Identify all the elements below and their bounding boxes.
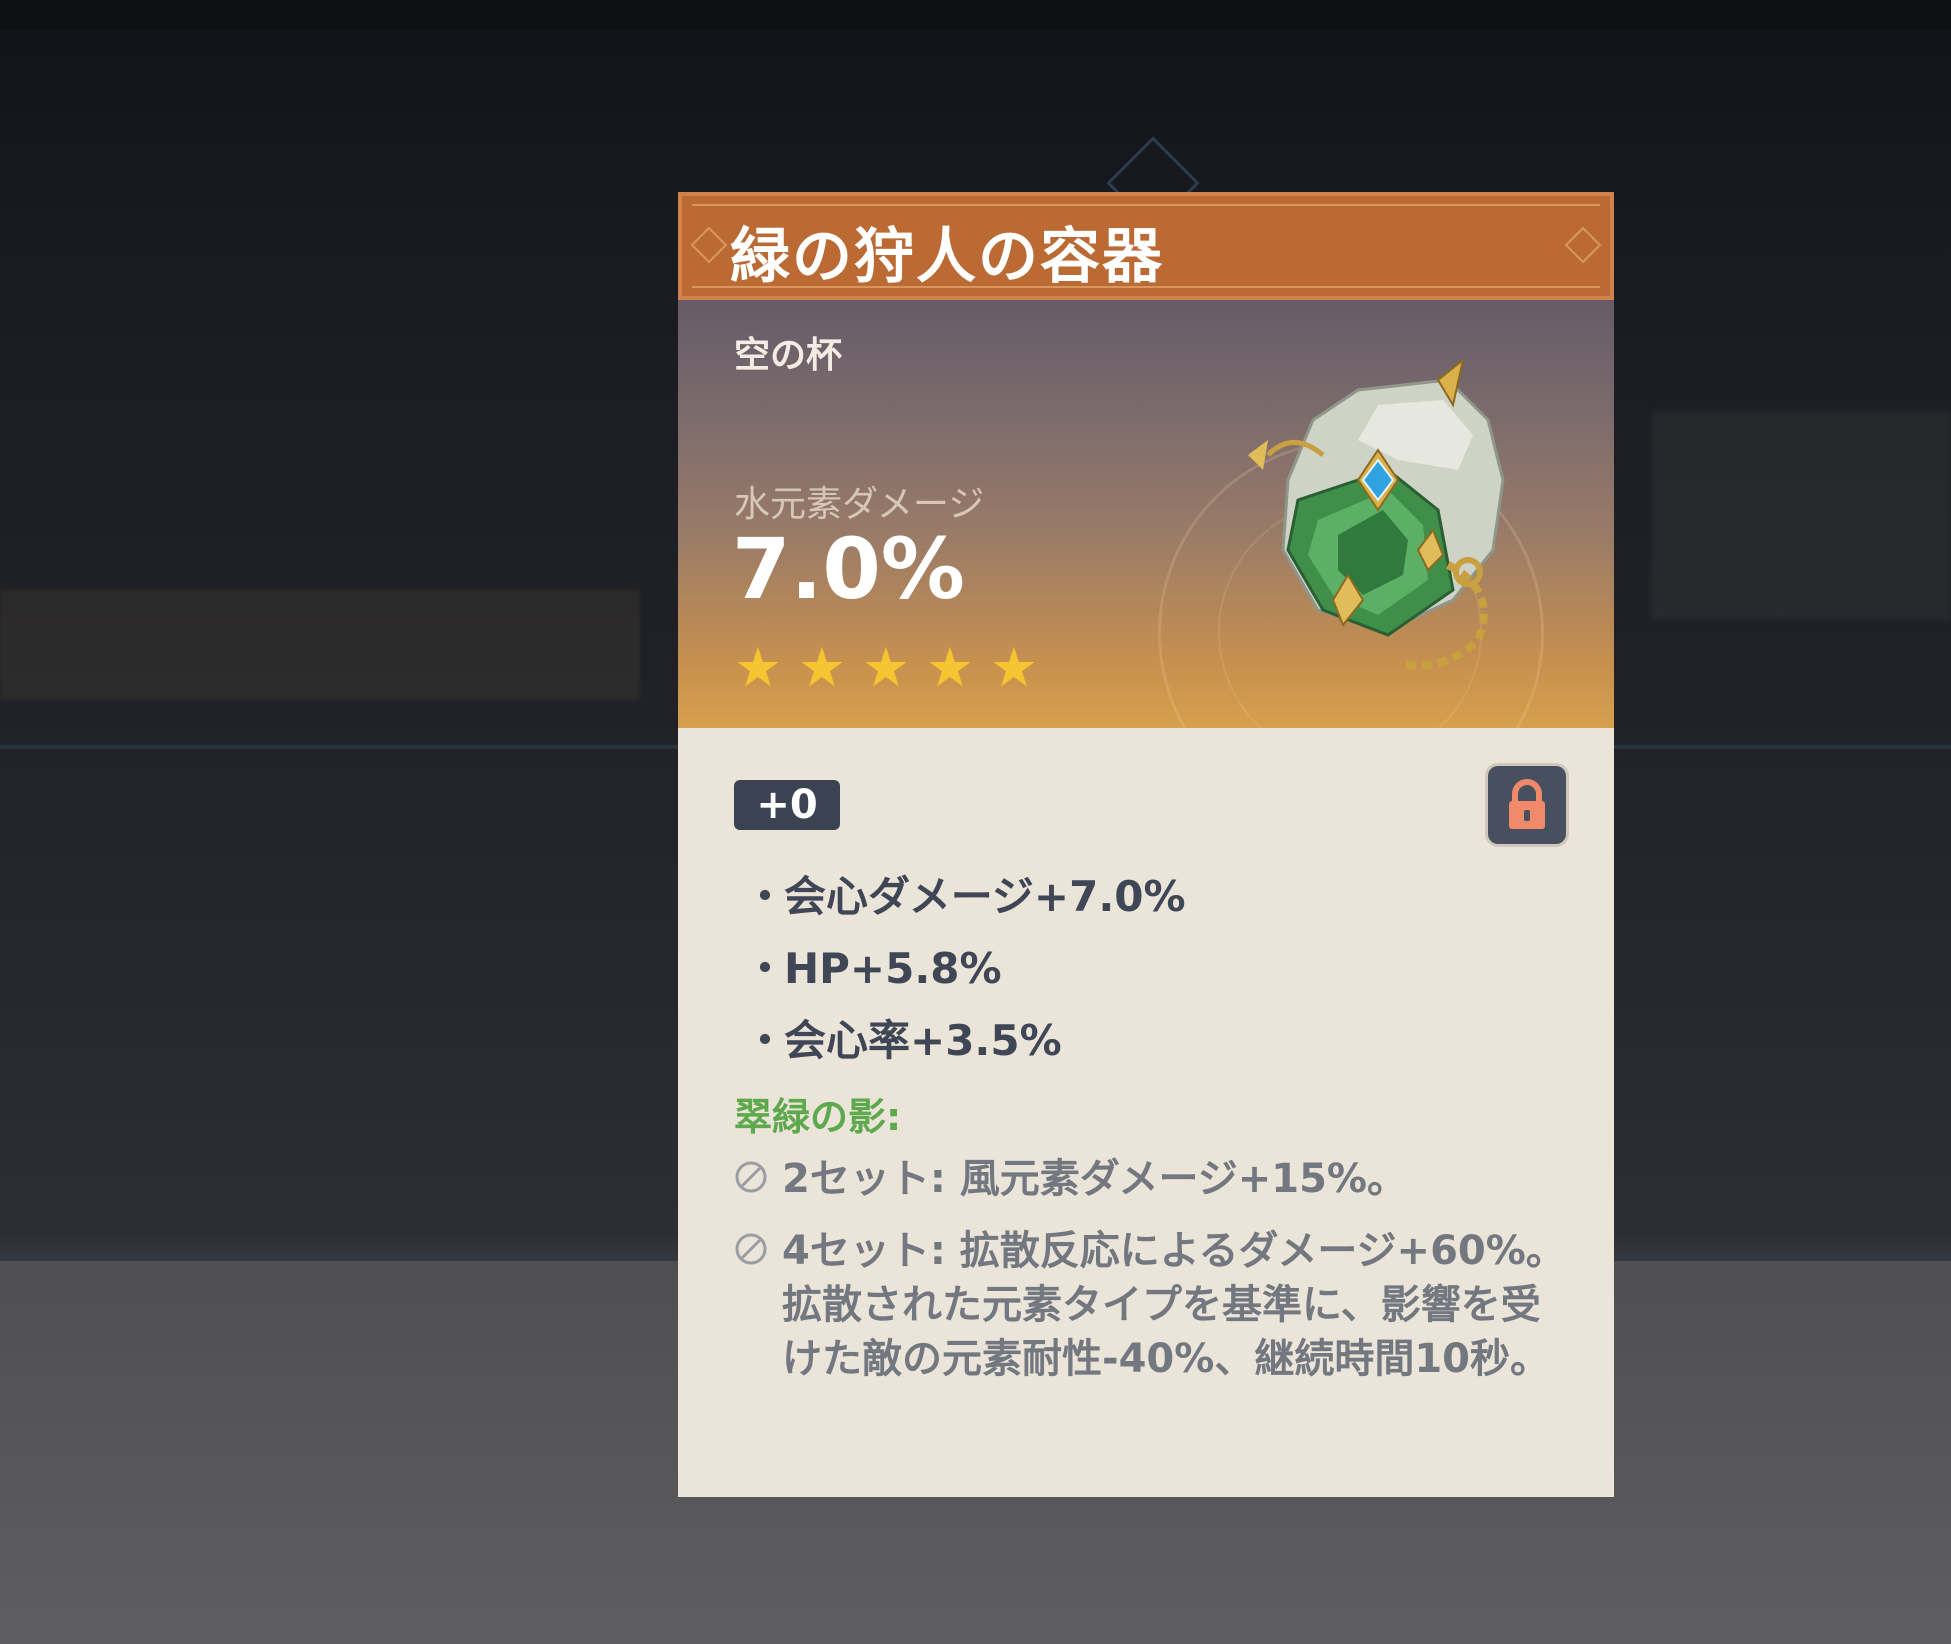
title-ornament-left <box>690 226 728 264</box>
artifact-hero-panel: 空の杯 水元素ダメージ 7.0% ★ ★ ★ ★ ★ <box>678 300 1614 728</box>
star-icon: ★ <box>989 636 1039 699</box>
rarity-stars: ★ ★ ★ ★ ★ <box>732 636 1040 699</box>
substat-row: ・HP+5.8% <box>744 944 1002 993</box>
substat-row: ・会心ダメージ+7.0% <box>744 872 1186 921</box>
star-icon: ★ <box>925 636 975 699</box>
set-effect-inactive-icon <box>735 1161 767 1193</box>
set-effect-text: 2セット: 風元素ダメージ+15%。 <box>782 1156 1408 1202</box>
star-icon: ★ <box>797 636 847 699</box>
artifact-slot: 空の杯 <box>734 335 843 376</box>
substat-row: ・会心率+3.5% <box>744 1016 1062 1065</box>
substat-text: 会心ダメージ+7.0% <box>784 872 1186 921</box>
artifact-detail-card: 緑の狩人の容器 空の杯 水元素ダメージ 7.0% ★ ★ ★ ★ ★ +0 ・会… <box>678 192 1614 1497</box>
background-list-row <box>0 590 640 700</box>
background-panel <box>1651 410 1951 620</box>
star-icon: ★ <box>733 636 783 699</box>
title-ornament-right <box>1564 226 1602 264</box>
star-icon: ★ <box>861 636 911 699</box>
artifact-name: 緑の狩人の容器 <box>730 222 1164 292</box>
artifact-details-panel: +0 ・会心ダメージ+7.0% ・HP+5.8% ・会心率+3.5% 翠緑の影:… <box>678 728 1614 1497</box>
set-effect-4pc: 4セット: 拡散反応によるダメージ+60%。拡散された元素タイプを基準に、影響を… <box>734 1224 1574 1386</box>
artifact-goblet-image <box>1248 360 1505 670</box>
set-effect-text: 4セット: 拡散反応によるダメージ+60%。拡散された元素タイプを基準に、影響を… <box>782 1228 1566 1382</box>
set-effect-2pc: 2セット: 風元素ダメージ+15%。 <box>734 1152 1574 1206</box>
substat-text: 会心率+3.5% <box>784 1016 1062 1065</box>
artifact-level-badge: +0 <box>734 780 840 830</box>
set-effect-inactive-icon <box>735 1233 767 1265</box>
lock-button[interactable] <box>1488 766 1566 844</box>
artifact-title-bar: 緑の狩人の容器 <box>678 192 1614 300</box>
set-name: 翠緑の影: <box>734 1095 902 1139</box>
substat-text: HP+5.8% <box>784 944 1002 993</box>
main-stat-value: 7.0% <box>732 520 965 618</box>
background-top <box>0 0 1951 30</box>
lock-icon <box>1509 779 1545 829</box>
